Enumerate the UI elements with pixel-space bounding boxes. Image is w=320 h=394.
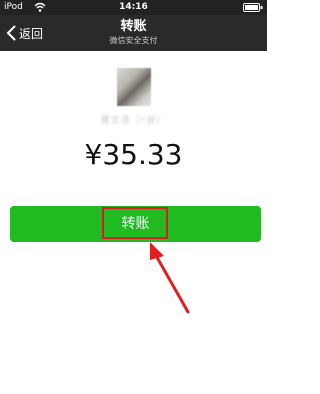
avatar: [117, 68, 151, 106]
status-bar: iPod 14:16: [0, 0, 267, 15]
page-title: 转账: [120, 19, 147, 34]
annotation-arrow-icon: [150, 242, 190, 314]
battery-icon: [243, 3, 263, 12]
transfer-button-label: 转账: [121, 216, 150, 232]
page-subtitle: 微信安全支付: [109, 36, 158, 45]
payee-name: 曹文清（*波）: [100, 116, 167, 126]
transfer-amount: ¥35.33: [84, 138, 183, 171]
transfer-button[interactable]: 转账: [10, 206, 261, 242]
navigation-bar: 返回 转账 微信安全支付: [0, 15, 267, 51]
status-time: 14:16: [119, 2, 148, 12]
